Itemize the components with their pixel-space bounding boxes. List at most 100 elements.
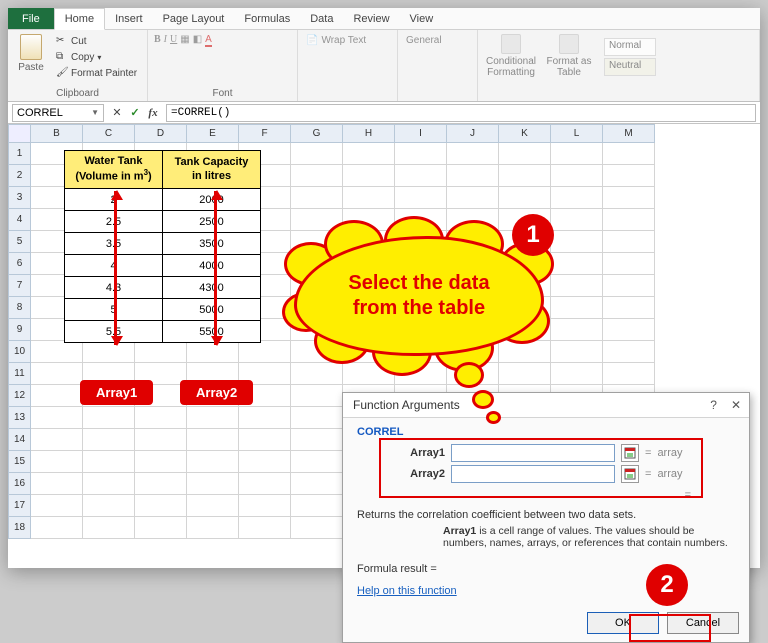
cell[interactable] [343,231,395,253]
cell[interactable] [551,275,603,297]
cell[interactable] [135,451,187,473]
col-header[interactable]: F [239,125,291,143]
cell[interactable] [447,363,499,385]
cell[interactable] [291,363,343,385]
cell[interactable] [551,187,603,209]
cell[interactable] [291,253,343,275]
fill-color-button[interactable]: ◧ [193,34,202,45]
insert-function-button[interactable]: fx [144,107,162,119]
bold-button[interactable]: B [154,34,161,45]
tab-view[interactable]: View [400,9,444,29]
cell[interactable] [135,473,187,495]
formula-input[interactable]: =CORREL() [166,104,756,122]
row-header[interactable]: 11 [9,363,31,385]
cell[interactable] [291,165,343,187]
tab-page-layout[interactable]: Page Layout [153,9,235,29]
tab-review[interactable]: Review [343,9,399,29]
cell[interactable] [291,517,343,539]
help-button[interactable]: ? [710,398,717,412]
row-header[interactable]: 12 [9,385,31,407]
cell[interactable] [343,341,395,363]
cell[interactable] [603,253,655,275]
cell[interactable] [447,187,499,209]
copy-button[interactable]: ⧉Copy ▾ [54,50,139,64]
cell[interactable] [603,209,655,231]
cell[interactable] [239,341,291,363]
tab-insert[interactable]: Insert [105,9,153,29]
cell[interactable] [135,495,187,517]
cell[interactable] [499,187,551,209]
cell[interactable] [291,209,343,231]
tab-file[interactable]: File [8,8,54,29]
cell[interactable] [31,385,83,407]
cell[interactable] [395,209,447,231]
cell[interactable] [291,319,343,341]
cell[interactable] [395,297,447,319]
cell[interactable] [239,429,291,451]
row-header[interactable]: 1 [9,143,31,165]
number-format-select[interactable]: General [404,34,444,47]
cell[interactable] [447,231,499,253]
cell[interactable] [603,165,655,187]
cell[interactable] [395,231,447,253]
row-header[interactable]: 6 [9,253,31,275]
row-header[interactable]: 14 [9,429,31,451]
cell[interactable] [187,517,239,539]
cell[interactable] [551,231,603,253]
cell[interactable] [291,451,343,473]
col-header[interactable]: J [447,125,499,143]
cell[interactable] [499,165,551,187]
cell[interactable] [291,231,343,253]
cell[interactable] [83,495,135,517]
row-header[interactable]: 5 [9,231,31,253]
cell[interactable] [343,363,395,385]
col-header[interactable]: H [343,125,395,143]
cell[interactable] [83,341,135,363]
cell[interactable] [551,209,603,231]
cell[interactable] [499,297,551,319]
border-button[interactable]: ▦ [180,34,189,45]
row-header[interactable]: 3 [9,187,31,209]
cell[interactable] [499,363,551,385]
row-header[interactable]: 16 [9,473,31,495]
col-header[interactable]: G [291,125,343,143]
cell[interactable] [239,407,291,429]
worksheet-grid[interactable]: BCDEFGHIJKLM123456789101112131415161718 … [8,124,760,539]
cell[interactable] [31,451,83,473]
col-header[interactable]: E [187,125,239,143]
col-header[interactable]: K [499,125,551,143]
cell[interactable] [343,275,395,297]
ok-button[interactable]: OK [587,612,659,634]
cell[interactable] [499,319,551,341]
cell[interactable] [291,407,343,429]
col-header[interactable]: D [135,125,187,143]
paste-button[interactable]: Paste [14,34,48,73]
cell[interactable] [395,275,447,297]
cell[interactable] [291,495,343,517]
cell[interactable] [447,319,499,341]
cell[interactable] [343,209,395,231]
cell[interactable] [187,495,239,517]
row-header[interactable]: 15 [9,451,31,473]
cell[interactable] [343,319,395,341]
cell[interactable] [395,187,447,209]
row-header[interactable]: 4 [9,209,31,231]
cut-button[interactable]: ✂Cut [54,34,139,48]
cell[interactable] [291,187,343,209]
cell[interactable] [603,231,655,253]
cell[interactable] [31,517,83,539]
cell[interactable] [31,407,83,429]
cell[interactable] [447,253,499,275]
cell[interactable] [603,319,655,341]
italic-button[interactable]: I [164,34,167,45]
cell[interactable] [343,143,395,165]
cell[interactable] [83,407,135,429]
cell[interactable] [499,341,551,363]
tab-home[interactable]: Home [54,8,105,30]
cell[interactable] [551,341,603,363]
cell[interactable] [83,473,135,495]
cell[interactable] [83,517,135,539]
cell[interactable] [31,429,83,451]
row-header[interactable]: 7 [9,275,31,297]
tab-data[interactable]: Data [300,9,343,29]
